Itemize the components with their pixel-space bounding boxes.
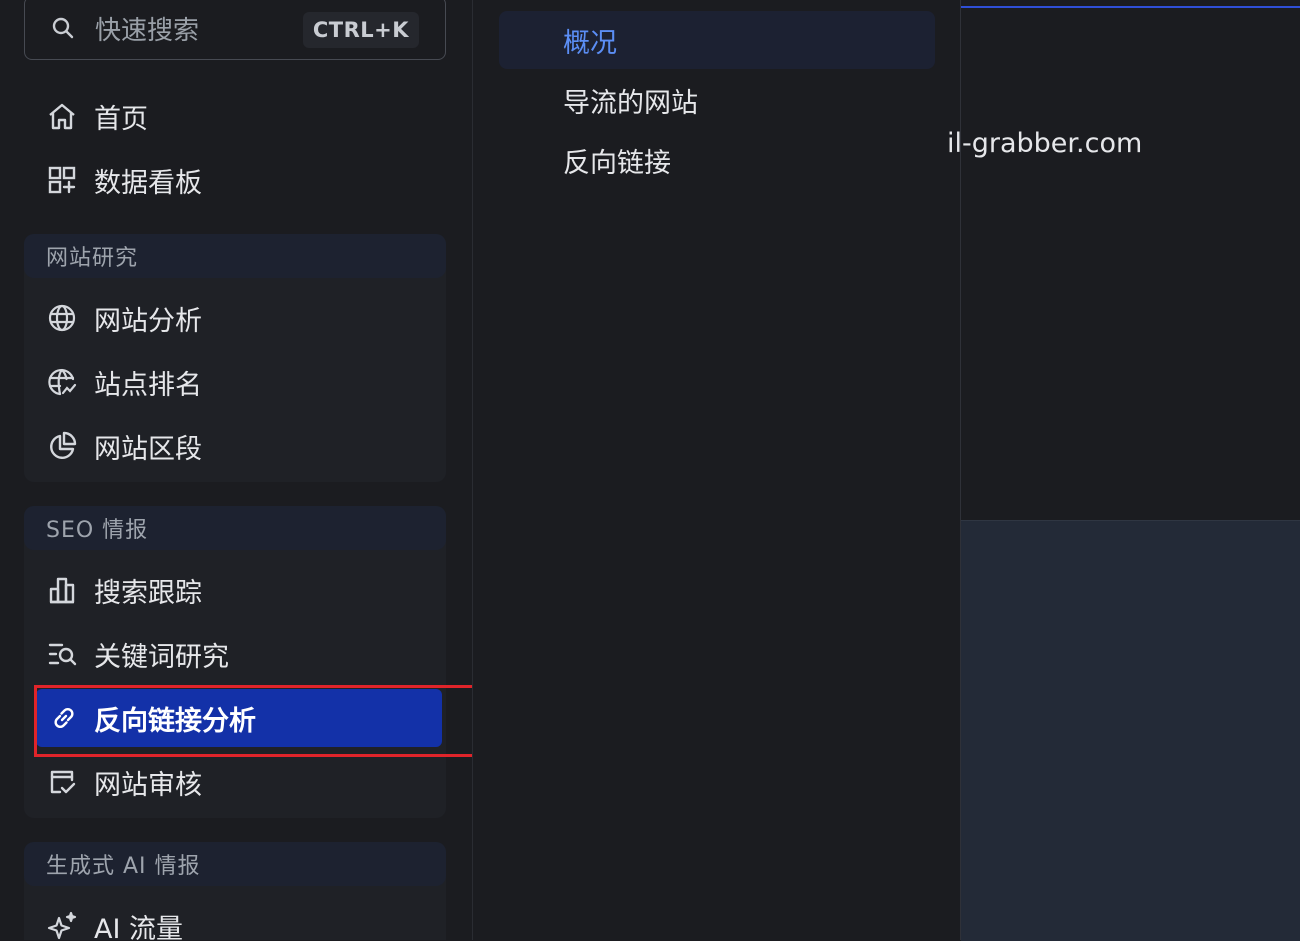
keyword-search-icon <box>46 638 78 670</box>
globe-icon <box>46 302 78 334</box>
search-icon <box>51 16 75 40</box>
sidebar-item-label: 首页 <box>94 103 148 135</box>
submenu-item-label: 导流的网站 <box>563 87 698 119</box>
sidebar-item-site-ranking[interactable]: 站点排名 <box>24 354 446 410</box>
submenu-item-backlinks[interactable]: 反向链接 <box>499 131 935 189</box>
pie-chart-icon <box>46 430 78 462</box>
sidebar-item-ai-traffic[interactable]: AI 流量 <box>24 898 446 940</box>
link-icon <box>48 702 80 734</box>
sidebar-item-label: AI 流量 <box>94 913 184 941</box>
home-icon <box>46 100 78 132</box>
sidebar-item-label: 反向链接分析 <box>94 705 256 737</box>
sidebar-item-website-segments[interactable]: 网站区段 <box>24 418 446 474</box>
sidebar-item-label: 关键词研究 <box>94 641 229 673</box>
content-panel <box>961 520 1300 941</box>
sidebar-item-label: 网站区段 <box>94 433 202 465</box>
nav-group-title: 生成式 AI 情报 <box>46 854 201 879</box>
submenu-item-referring-sites[interactable]: 导流的网站 <box>499 71 935 129</box>
nav-group-header: SEO 情报 <box>24 506 446 550</box>
domain-label: il-grabber.com <box>947 128 1143 159</box>
sidebar: 快速搜索 CTRL+K 首页 数据看板 网站研究 网站分析 站点排名 网站区段 <box>0 0 473 940</box>
sidebar-item-website-analysis[interactable]: 网站分析 <box>24 290 446 346</box>
accent-divider <box>961 6 1300 8</box>
sidebar-item-home[interactable]: 首页 <box>24 88 446 144</box>
search-shortcut-badge: CTRL+K <box>302 12 419 48</box>
nav-group-header: 生成式 AI 情报 <box>24 842 446 886</box>
submenu-item-label: 概况 <box>563 27 617 59</box>
audit-icon <box>46 766 78 798</box>
globe-ranking-icon <box>46 366 78 398</box>
search-placeholder: 快速搜索 <box>95 15 200 46</box>
sidebar-item-label: 网站分析 <box>94 305 202 337</box>
sidebar-item-label: 搜索跟踪 <box>94 577 202 609</box>
submenu-item-label: 反向链接 <box>563 147 671 179</box>
nav-group-title: SEO 情报 <box>46 518 149 543</box>
main-content-peek: il-grabber.com <box>947 0 1300 941</box>
sidebar-item-search-tracking[interactable]: 搜索跟踪 <box>24 562 446 618</box>
sidebar-item-keyword-research[interactable]: 关键词研究 <box>24 626 446 682</box>
sidebar-item-label: 站点排名 <box>94 369 202 401</box>
nav-group-header: 网站研究 <box>24 234 446 278</box>
sidebar-item-label: 网站审核 <box>94 769 202 801</box>
sidebar-item-dashboard[interactable]: 数据看板 <box>24 152 446 208</box>
sidebar-item-backlink-analysis[interactable]: 反向链接分析 <box>36 689 442 747</box>
backlink-submenu: 概况 导流的网站 反向链接 <box>473 0 961 940</box>
submenu-item-overview[interactable]: 概况 <box>499 11 935 69</box>
sidebar-item-site-audit[interactable]: 网站审核 <box>24 754 446 810</box>
sparkle-icon <box>46 910 78 940</box>
bar-chart-icon <box>46 574 78 606</box>
quick-search-input[interactable]: 快速搜索 CTRL+K <box>24 0 446 60</box>
sidebar-item-label: 数据看板 <box>94 167 202 199</box>
dashboard-icon <box>46 164 78 196</box>
nav-group-title: 网站研究 <box>46 246 139 271</box>
